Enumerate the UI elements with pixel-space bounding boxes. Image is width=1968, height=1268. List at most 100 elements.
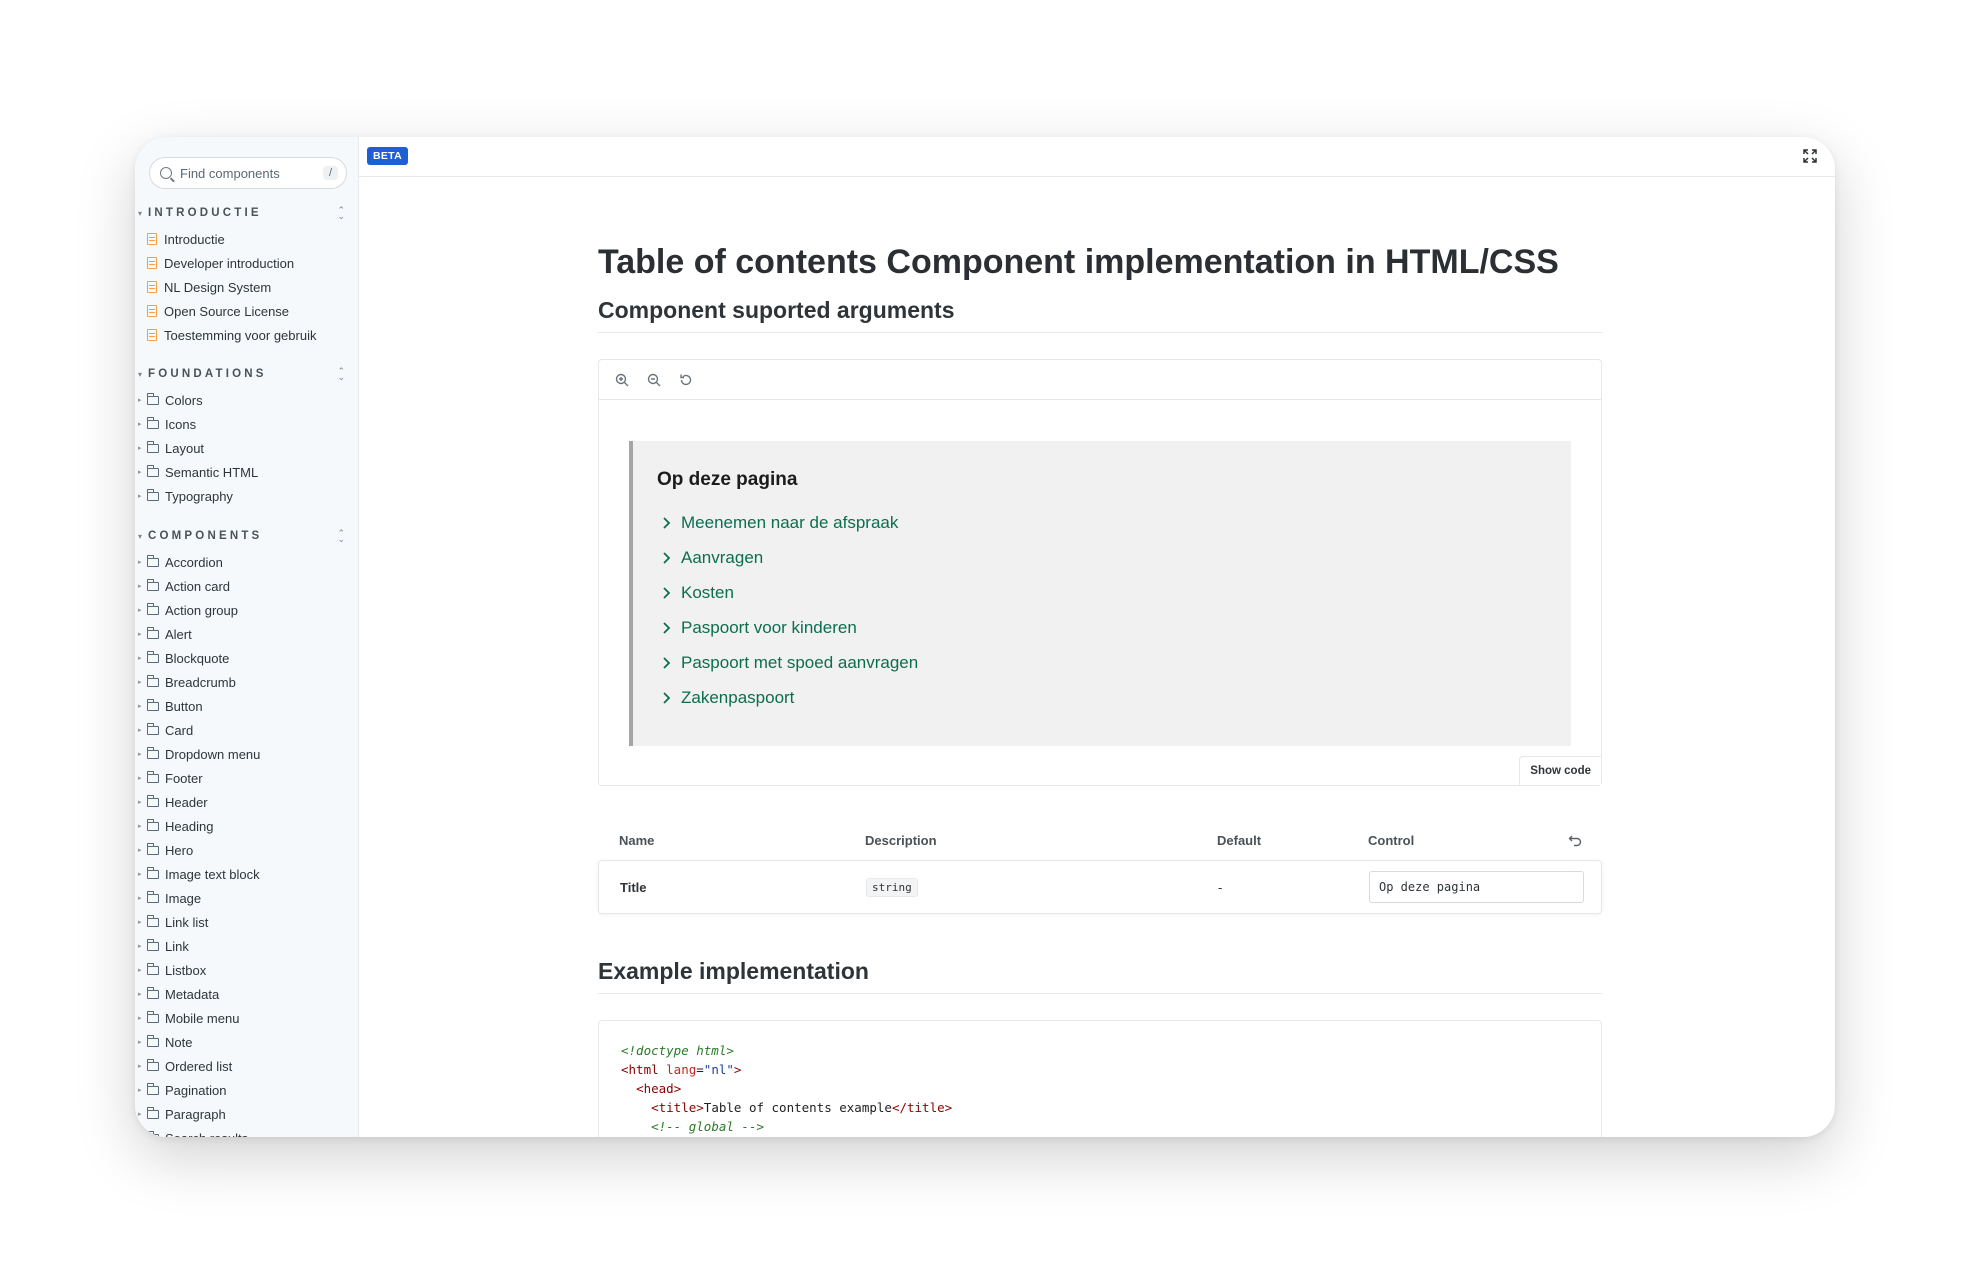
sidebar-item-folder[interactable]: ▸ Header: [135, 790, 358, 814]
chevron-right-icon: [663, 621, 671, 634]
toc-link[interactable]: Zakenpaspoort: [657, 680, 1571, 715]
reset-zoom-icon[interactable]: [677, 371, 695, 389]
sidebar-item-label: Search results: [165, 1131, 248, 1138]
toc-link[interactable]: Meenemen naar de afspraak: [657, 505, 1571, 540]
arg-type-pill: string: [866, 878, 918, 897]
sidebar-item-doc[interactable]: Developer introduction: [135, 251, 358, 275]
section-header[interactable]: ▾ INTRODUCTIE ⌃ ⌄: [135, 203, 358, 223]
toc-link-label: Zakenpaspoort: [681, 687, 795, 707]
sidebar-item-folder[interactable]: ▸ Paragraph: [135, 1102, 358, 1126]
col-header-description: Description: [865, 832, 937, 848]
sidebar-item-label: Alert: [165, 626, 192, 642]
sidebar-item-doc[interactable]: Introductie: [135, 227, 358, 251]
folder-icon: [147, 914, 159, 927]
sidebar-item-folder[interactable]: ▸ Hero: [135, 838, 358, 862]
sidebar-item-label: Breadcrumb: [165, 674, 236, 690]
sidebar-item-label: Accordion: [165, 554, 223, 570]
sidebar-item-folder[interactable]: ▸ Accordion: [135, 550, 358, 574]
args-table: Name Description Default Control Title s…: [598, 820, 1602, 914]
expand-collapse-icon[interactable]: ⌃ ⌄: [337, 367, 345, 382]
title-control-input[interactable]: Op deze pagina: [1369, 871, 1584, 903]
code-line: <title>Table of contents example</title>: [651, 1100, 953, 1115]
sidebar-item-folder[interactable]: ▸ Metadata: [135, 982, 358, 1006]
chevron-right-icon: ▸: [138, 493, 142, 500]
toc-link[interactable]: Paspoort voor kinderen: [657, 610, 1571, 645]
sidebar-item-folder[interactable]: ▸ Action card: [135, 574, 358, 598]
sidebar-item-folder[interactable]: ▸ Layout: [135, 436, 358, 460]
sidebar-item-folder[interactable]: ▸ Mobile menu: [135, 1006, 358, 1030]
sidebar-item-folder[interactable]: ▸ Ordered list: [135, 1054, 358, 1078]
sidebar-item-folder[interactable]: ▸ Link: [135, 934, 358, 958]
expand-collapse-icon[interactable]: ⌃ ⌄: [337, 206, 345, 221]
folder-icon: [147, 938, 159, 951]
sidebar-item-folder[interactable]: ▸ Alert: [135, 622, 358, 646]
sidebar-item-label: Mobile menu: [165, 1010, 240, 1026]
sidebar-item-folder[interactable]: ▸ Heading: [135, 814, 358, 838]
sidebar-item-label: Pagination: [165, 1082, 227, 1098]
sidebar-section-introductie: ▾ INTRODUCTIE ⌃ ⌄ Introductie Developer i…: [135, 203, 358, 347]
zoom-out-icon[interactable]: [645, 371, 663, 389]
sidebar-item-folder[interactable]: ▸ Image: [135, 886, 358, 910]
sidebar-item-folder[interactable]: ▸ Colors: [135, 388, 358, 412]
folder-icon: [147, 416, 159, 429]
sidebar-item-label: Image text block: [165, 866, 260, 882]
zoom-in-icon[interactable]: [613, 371, 631, 389]
sidebar-item-folder[interactable]: ▸ Search results: [135, 1126, 358, 1138]
section-title: FOUNDATIONS: [148, 368, 267, 380]
sidebar-item-folder[interactable]: ▸ Typography: [135, 484, 358, 508]
col-header-control: Control: [1368, 833, 1602, 848]
chevron-right-icon: ▸: [138, 631, 142, 638]
sidebar-item-folder[interactable]: ▸ Blockquote: [135, 646, 358, 670]
chevron-right-icon: ▸: [138, 919, 142, 926]
sidebar-item-doc[interactable]: Toestemming voor gebruik: [135, 323, 358, 347]
table-row: Title string - Op deze pagina: [598, 860, 1602, 914]
chevron-right-icon: ▸: [138, 1039, 142, 1046]
chevron-right-icon: ▸: [138, 727, 142, 734]
sidebar-item-folder[interactable]: ▸ Image text block: [135, 862, 358, 886]
sidebar-item-folder[interactable]: ▸ Button: [135, 694, 358, 718]
fullscreen-icon[interactable]: [1803, 149, 1817, 163]
chevron-down-icon: ▾: [138, 208, 143, 218]
args-table-header: Name Description Default Control: [598, 820, 1602, 860]
sidebar-item-folder[interactable]: ▸ Footer: [135, 766, 358, 790]
sidebar-item-label: Header: [165, 794, 208, 810]
section-header[interactable]: ▾ COMPONENTS ⌃ ⌄: [135, 526, 358, 546]
example-heading: Example implementation: [598, 958, 1602, 994]
sidebar-item-folder[interactable]: ▸ Pagination: [135, 1078, 358, 1102]
reset-controls-icon[interactable]: [1568, 833, 1582, 847]
show-code-button[interactable]: Show code: [1519, 756, 1601, 785]
folder-icon: [147, 866, 159, 879]
chevron-right-icon: ▸: [138, 583, 142, 590]
section-header[interactable]: ▾ FOUNDATIONS ⌃ ⌄: [135, 364, 358, 384]
sidebar-item-label: Metadata: [165, 986, 220, 1002]
folder-icon: [147, 770, 159, 783]
toc-link[interactable]: Aanvragen: [657, 540, 1571, 575]
sidebar-item-folder[interactable]: ▸ Action group: [135, 598, 358, 622]
sidebar-item-label: Hero: [165, 842, 194, 858]
sidebar-item-folder[interactable]: ▸ Link list: [135, 910, 358, 934]
sidebar-item-folder[interactable]: ▸ Breadcrumb: [135, 670, 358, 694]
sidebar-item-doc[interactable]: NL Design System: [135, 275, 358, 299]
sidebar-item-label: Layout: [165, 440, 205, 456]
sidebar-item-doc[interactable]: Open Source License: [135, 299, 358, 323]
sidebar-item-folder[interactable]: ▸ Note: [135, 1030, 358, 1054]
arg-description: string: [866, 878, 1218, 897]
sidebar-item-folder[interactable]: ▸ Listbox: [135, 958, 358, 982]
sidebar: Find components / ▾ INTRODUCTIE ⌃ ⌄ Intro…: [135, 137, 359, 1137]
sidebar-item-folder[interactable]: ▸ Card: [135, 718, 358, 742]
toc-link[interactable]: Kosten: [657, 575, 1571, 610]
folder-icon: [147, 554, 159, 567]
search-icon: [160, 167, 172, 179]
sidebar-item-folder[interactable]: ▸ Dropdown menu: [135, 742, 358, 766]
sidebar-item-folder[interactable]: ▸ Semantic HTML: [135, 460, 358, 484]
page-title: Table of contents Component implementati…: [598, 243, 1559, 281]
component-preview: Op deze pagina Meenemen naar de afspraak…: [598, 359, 1602, 786]
docs-content: Table of contents Component implementati…: [598, 177, 1602, 1137]
folder-icon: [147, 842, 159, 855]
toc-link[interactable]: Paspoort met spoed aanvragen: [657, 645, 1571, 680]
chevron-right-icon: ▸: [138, 397, 142, 404]
expand-collapse-icon[interactable]: ⌃ ⌄: [337, 529, 345, 544]
sidebar-item-folder[interactable]: ▸ Icons: [135, 412, 358, 436]
sidebar-section-foundations: ▾ FOUNDATIONS ⌃ ⌄ ▸ Colors ▸ Icons ▸ Layout …: [135, 364, 358, 508]
search-input[interactable]: Find components /: [149, 157, 347, 189]
